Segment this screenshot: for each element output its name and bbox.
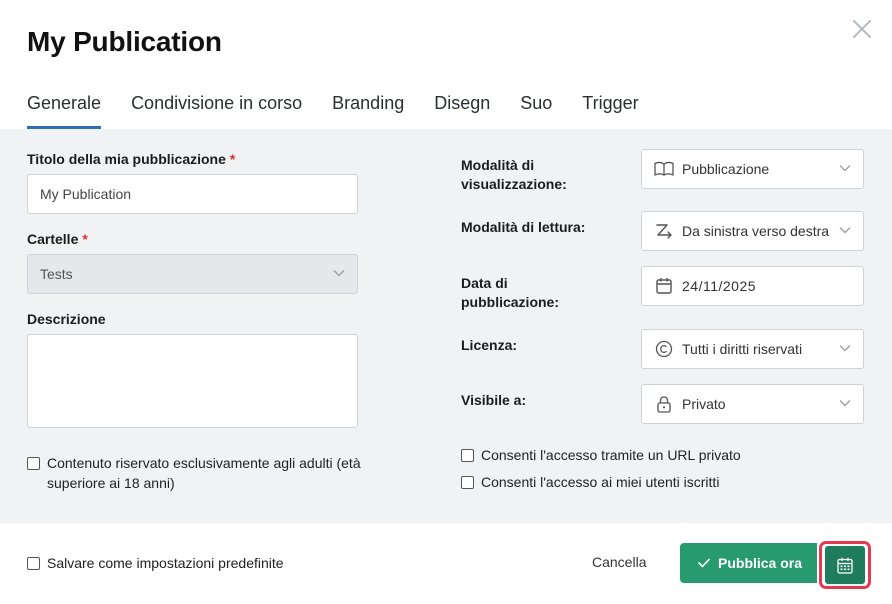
folders-select[interactable]: Tests (27, 254, 358, 294)
calendar-icon (837, 557, 853, 574)
tab-condivisione[interactable]: Condivisione in corso (131, 90, 302, 130)
title-input[interactable]: My Publication (27, 174, 358, 214)
adult-content-checkbox-row[interactable]: Contenuto riservato esclusivamente agli … (27, 453, 367, 493)
close-button[interactable] (851, 18, 873, 40)
save-default-label: Salvare come impostazioni predefinite (47, 555, 284, 571)
tab-bar: Generale Condivisione in corso Branding … (27, 90, 669, 130)
publish-now-label: Pubblica ora (718, 555, 803, 571)
description-textarea[interactable] (27, 334, 358, 428)
subscribers-checkbox[interactable] (461, 476, 474, 489)
schedule-publish-button[interactable] (819, 541, 871, 589)
adult-content-checkbox[interactable] (27, 457, 40, 470)
tab-branding[interactable]: Branding (332, 90, 404, 130)
title-field-label: Titolo della mia pubblicazione * (27, 151, 236, 167)
book-open-icon (654, 159, 674, 179)
license-select[interactable]: Tutti i diritti riservati (641, 329, 864, 369)
license-value: Tutti i diritti riservati (682, 341, 803, 357)
cancel-button[interactable]: Cancella (592, 554, 646, 570)
view-mode-label: Modalità di visualizzazione: (461, 157, 567, 192)
pub-date-input[interactable]: 24/11/2025 (641, 266, 864, 306)
lock-icon (654, 394, 674, 414)
reading-direction-icon (654, 221, 674, 241)
reading-mode-label: Modalità di lettura: (461, 219, 586, 235)
reading-mode-value: Da sinistra verso destra (682, 223, 830, 239)
visibility-value: Privato (682, 396, 726, 412)
private-url-checkbox[interactable] (461, 449, 474, 462)
tab-generale[interactable]: Generale (27, 90, 102, 130)
chevron-down-icon (839, 165, 851, 172)
description-label: Descrizione (27, 311, 106, 327)
publish-now-button[interactable]: Pubblica ora (680, 543, 817, 583)
settings-panel: Titolo della mia pubblicazione * My Publi… (0, 129, 892, 523)
save-default-checkbox-row[interactable]: Salvare come impostazioni predefinite (27, 553, 284, 573)
tab-disegn[interactable]: Disegn (434, 90, 490, 130)
calendar-icon (654, 276, 674, 296)
visible-to-label: Visibile a: (461, 392, 527, 408)
view-mode-value: Pubblicazione (682, 161, 770, 177)
folders-field-label: Cartelle * (27, 231, 88, 247)
pub-date-label: Data di pubblicazione: (461, 275, 559, 310)
visibility-select[interactable]: Privato (641, 384, 864, 424)
license-label: Licenza: (461, 337, 518, 353)
close-icon (853, 20, 871, 38)
subscribers-label: Consenti l'accesso ai miei utenti iscrit… (481, 474, 720, 490)
copyright-icon (654, 339, 674, 359)
chevron-down-icon (333, 270, 345, 277)
chevron-down-icon (839, 400, 851, 407)
reading-mode-select[interactable]: Da sinistra verso destra (641, 211, 864, 251)
save-default-checkbox[interactable] (27, 557, 40, 570)
folders-value: Tests (40, 266, 73, 282)
required-marker: * (82, 231, 88, 247)
chevron-down-icon (839, 227, 851, 234)
view-mode-select[interactable]: Pubblicazione (641, 149, 864, 189)
subscribers-checkbox-row[interactable]: Consenti l'accesso ai miei utenti iscrit… (461, 472, 719, 492)
chevron-down-icon (839, 345, 851, 352)
required-marker: * (229, 151, 236, 167)
private-url-checkbox-row[interactable]: Consenti l'accesso tramite un URL privat… (461, 445, 741, 465)
schedule-button-surface[interactable] (825, 546, 865, 584)
pub-date-value: 24/11/2025 (682, 278, 757, 294)
tab-suo[interactable]: Suo (520, 90, 552, 130)
adult-content-label: Contenuto riservato esclusivamente agli … (47, 455, 361, 491)
tab-trigger[interactable]: Trigger (582, 90, 638, 130)
dialog-title: My Publication (27, 26, 222, 57)
check-icon (698, 558, 710, 568)
private-url-label: Consenti l'accesso tramite un URL privat… (481, 447, 741, 463)
